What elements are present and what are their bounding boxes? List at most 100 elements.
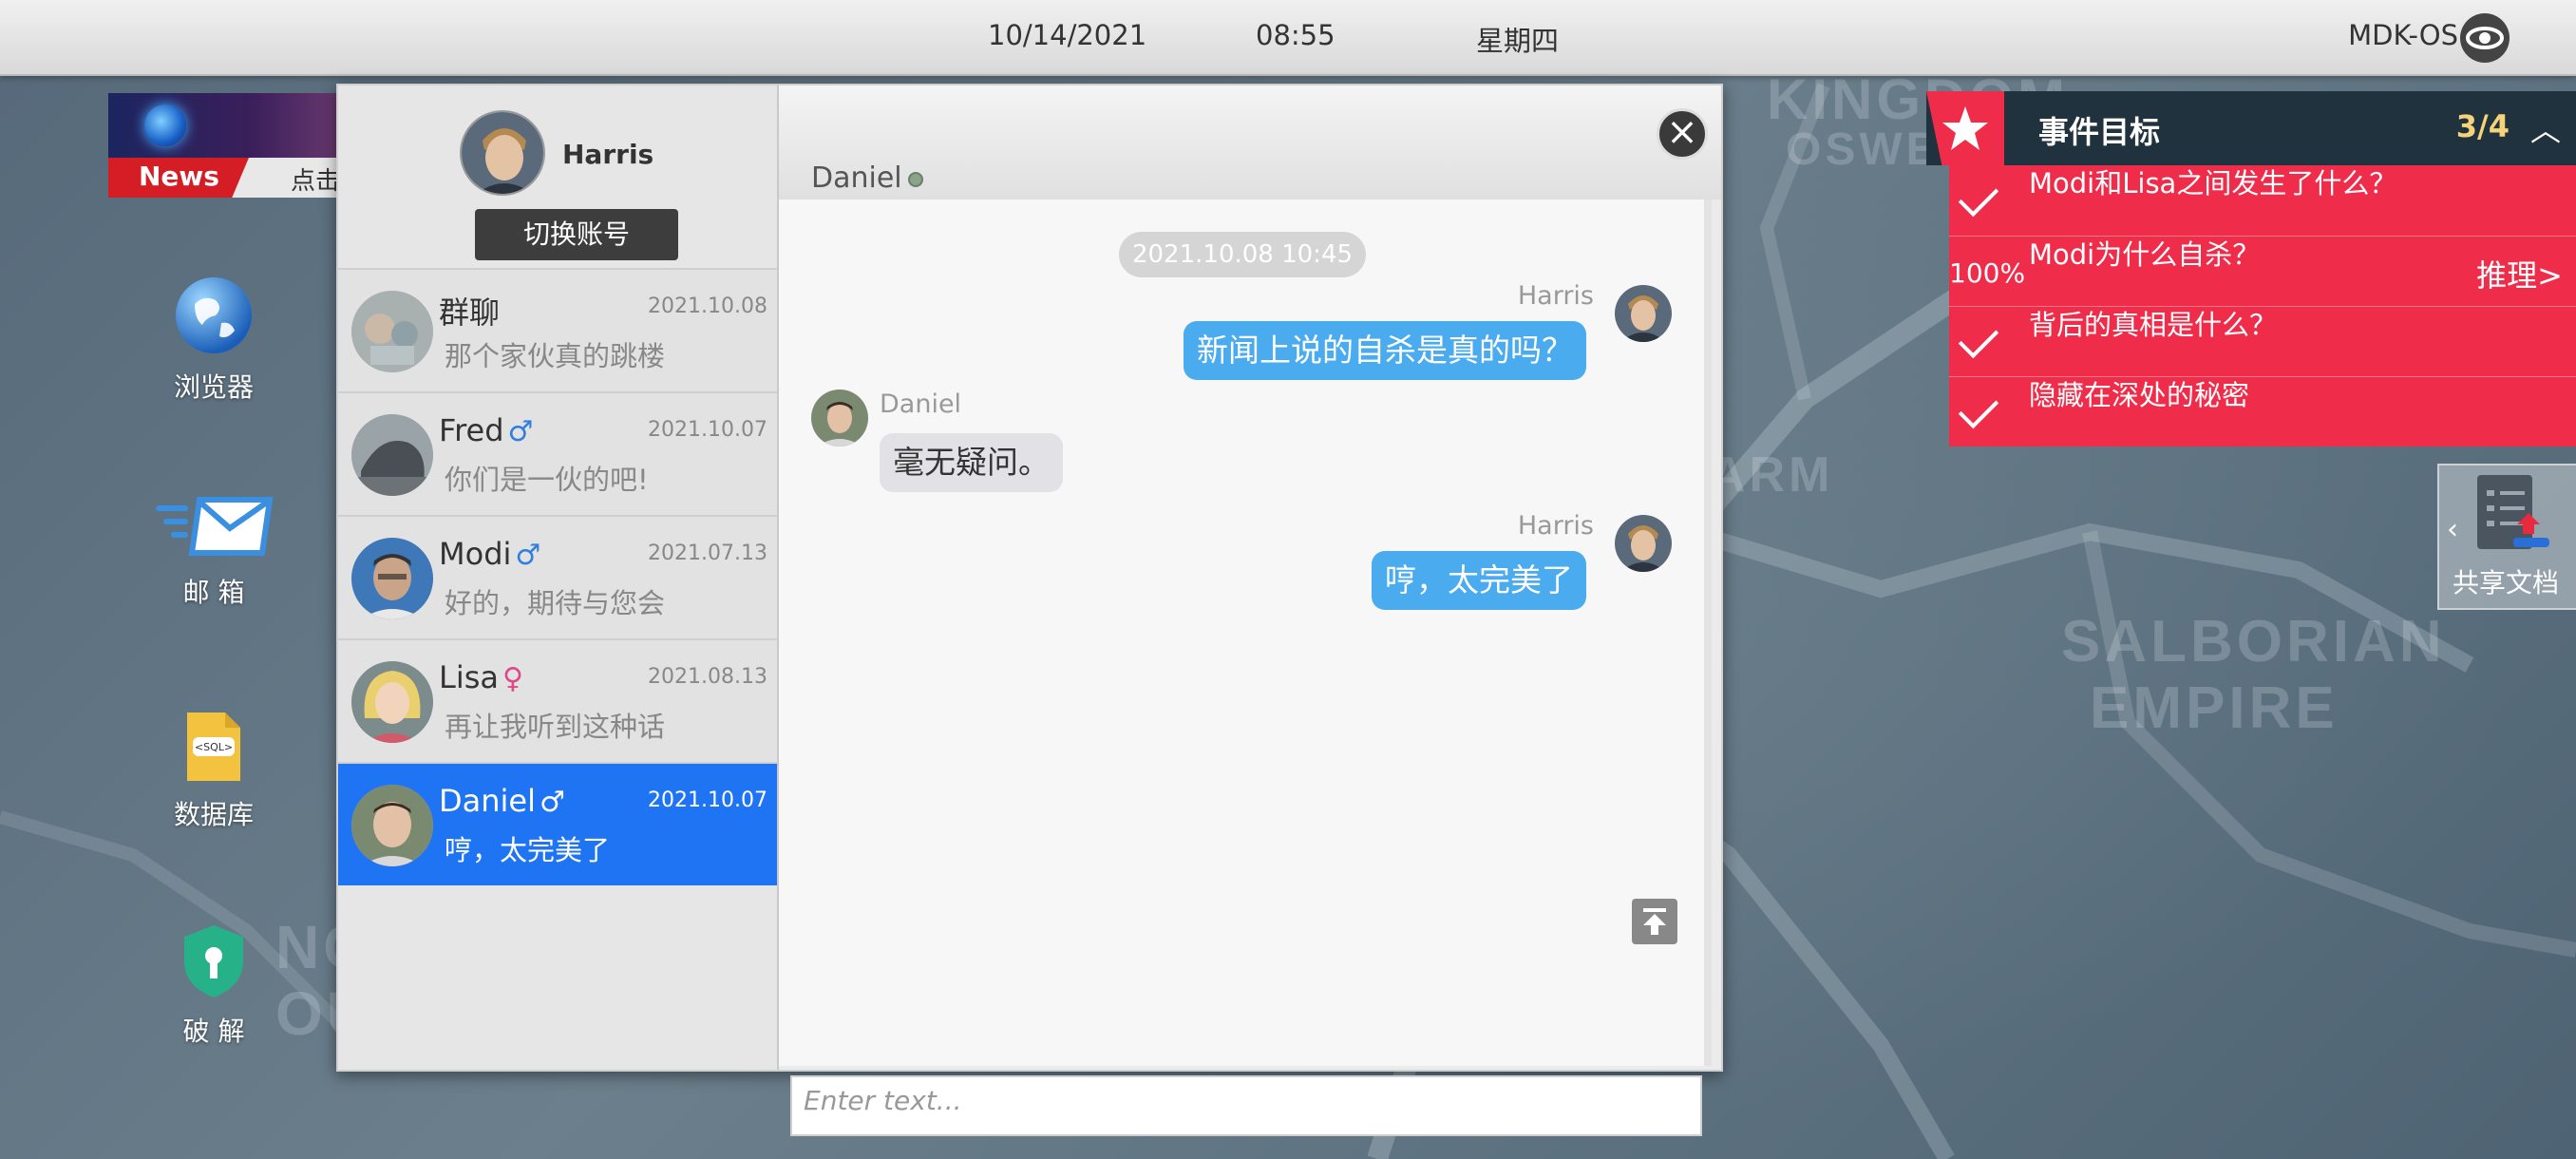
message-bubble-outgoing: 哼，太完美了 — [1372, 551, 1586, 610]
desktop-icon-database[interactable]: <SQL> 数据库 — [133, 711, 294, 832]
contact-last-message: 再让我听到这种话 — [445, 711, 666, 743]
message-sender: Daniel — [880, 390, 962, 419]
arrow-up-icon — [1643, 908, 1666, 935]
desktop-label-crack: 破 解 — [182, 1016, 245, 1047]
objective-item: 100% Modi为什么自杀？ 推理> — [1949, 236, 2576, 306]
message-area[interactable]: 2021.10.08 10:45 Harris 新闻上说的自杀是真的吗？ Dan… — [779, 200, 1712, 1136]
chevron-left-icon: ‹ — [2447, 513, 2458, 546]
desktop-icon-crack[interactable]: 破 解 — [133, 923, 294, 1049]
contact-list: 群聊 2021.10.08 那个家伙真的跳楼 Fred ♂ 2021.10.07 … — [338, 268, 777, 885]
contact-item-fred[interactable]: Fred ♂ 2021.10.07 你们是一伙的吧! — [338, 391, 777, 515]
messenger-window: Harris 切换账号 群聊 2021.10.08 那个家伙真的跳楼 Fred ♂… — [336, 84, 1723, 1136]
conversation-header: Daniel × — [779, 86, 1721, 200]
message-sender: Harris — [1517, 511, 1594, 541]
globe-icon — [176, 277, 252, 353]
contact-name: 群聊 — [439, 294, 501, 331]
desktop-label-browser: 浏览器 — [173, 371, 254, 403]
contact-avatar — [351, 538, 433, 619]
switch-account-button[interactable]: 切换账号 — [475, 209, 678, 260]
os-name: MDK-OS — [2348, 19, 2458, 51]
check-icon — [1958, 176, 1999, 218]
news-click-text: 点击 — [291, 167, 341, 196]
contact-item-group[interactable]: 群聊 2021.10.08 那个家伙真的跳楼 — [338, 268, 777, 391]
contacts-panel: Harris 切换账号 群聊 2021.10.08 那个家伙真的跳楼 Fred ♂… — [338, 86, 779, 1070]
contact-last-message: 那个家伙真的跳楼 — [445, 340, 666, 372]
message-bubble-incoming: 毫无疑问。 — [880, 433, 1063, 492]
account-name: Harris — [562, 139, 654, 170]
online-status-icon — [907, 171, 923, 187]
contact-date: 2021.07.13 — [648, 542, 767, 565]
contact-last-message: 哼，太完美了 — [445, 834, 611, 866]
globe-icon — [144, 104, 186, 146]
news-label: News — [108, 158, 249, 198]
objectives-panel: 事件目标 3/4 ︿ Modi和Lisa之间发生了什么？ 100% Modi为什… — [1926, 91, 2576, 446]
account-avatar — [460, 110, 545, 196]
objectives-title: 事件目标 — [2038, 114, 2161, 150]
contact-last-message: 好的，期待与您会 — [445, 587, 666, 619]
sender-avatar — [811, 390, 868, 446]
conversation-panel: Daniel × 2021.10.08 10:45 Harris 新闻上说的自杀… — [779, 86, 1721, 1136]
message-sender: Harris — [1517, 281, 1594, 311]
contact-name: Lisa ♀ — [439, 659, 523, 695]
mail-icon — [156, 497, 274, 556]
contact-name: Fred ♂ — [439, 412, 534, 448]
objective-text: Modi和Lisa之间发生了什么？ — [2029, 167, 2397, 200]
date-display: 10/14/2021 — [988, 19, 1147, 51]
desktop-label-mail: 邮 箱 — [182, 577, 245, 608]
male-gender-icon: ♂ — [507, 415, 534, 448]
contact-item-modi[interactable]: Modi ♂ 2021.07.13 好的，期待与您会 — [338, 515, 777, 638]
sql-file-icon: <SQL> — [187, 712, 240, 781]
shield-key-icon — [184, 925, 243, 998]
message-input[interactable]: Enter text... — [790, 1075, 1702, 1136]
contact-avatar — [351, 291, 433, 372]
chevron-up-icon[interactable]: ︿ — [2530, 106, 2561, 150]
sender-avatar — [1615, 285, 1672, 342]
objective-progress: 100% — [1949, 257, 2026, 289]
contact-name: Daniel ♂ — [439, 783, 565, 819]
message-bubble-outgoing: 新闻上说的自杀是真的吗？ — [1184, 321, 1586, 380]
contact-name: Modi ♂ — [439, 536, 541, 572]
female-gender-icon: ♀ — [502, 662, 523, 695]
desktop-label-database: 数据库 — [173, 799, 254, 830]
sql-badge-text: <SQL> — [195, 741, 233, 753]
objective-item: Modi和Lisa之间发生了什么？ — [1949, 165, 2576, 236]
contact-item-lisa[interactable]: Lisa ♀ 2021.08.13 再让我听到这种话 — [338, 638, 777, 762]
objective-text: Modi为什么自杀？ — [2029, 238, 2261, 271]
objectives-star-badge — [1926, 91, 2004, 165]
objective-item: 隐藏在深处的秘密 — [1949, 376, 2576, 446]
objectives-count: 3/4 — [2455, 108, 2510, 144]
contact-avatar — [351, 785, 433, 866]
map-label: ARM — [1710, 447, 1834, 503]
objectives-header[interactable]: 事件目标 3/4 ︿ — [1926, 91, 2576, 165]
top-status-bar: 10/14/2021 08:55 星期四 MDK-OS — [0, 0, 2576, 76]
desktop-icon-browser[interactable]: 浏览器 — [133, 276, 294, 405]
contact-avatar — [351, 414, 433, 496]
shared-documents-tab[interactable]: ‹ 共享文档 — [2437, 464, 2576, 610]
news-widget[interactable]: News 点击 — [108, 93, 346, 198]
document-list-icon — [2477, 475, 2549, 549]
map-label: EMPIRE — [2090, 675, 2339, 741]
check-icon — [1958, 317, 1999, 359]
desktop-icon-mail[interactable]: 邮 箱 — [133, 494, 294, 610]
scroll-to-top-button[interactable] — [1632, 899, 1677, 944]
objective-text: 隐藏在深处的秘密 — [2029, 379, 2250, 411]
star-icon — [1942, 106, 1988, 150]
conversation-title: Daniel — [811, 162, 923, 195]
close-window-button[interactable]: × — [1657, 108, 1708, 160]
contact-date: 2021.10.07 — [648, 788, 767, 812]
male-gender-icon: ♂ — [540, 786, 565, 819]
contact-item-daniel[interactable]: Daniel ♂ 2021.10.07 哼，太完美了 — [338, 762, 777, 885]
weekday-display: 星期四 — [1476, 25, 1560, 57]
contact-date: 2021.10.07 — [648, 418, 767, 442]
contact-date: 2021.10.08 — [648, 294, 767, 318]
time-display: 08:55 — [1256, 19, 1335, 51]
contact-date: 2021.08.13 — [648, 665, 767, 689]
contact-avatar — [351, 661, 433, 743]
shared-documents-label: 共享文档 — [2453, 567, 2560, 598]
objective-text: 背后的真相是什么？ — [2029, 309, 2278, 341]
reasoning-button[interactable]: 推理> — [2476, 252, 2563, 295]
contact-last-message: 你们是一伙的吧! — [445, 464, 649, 496]
os-eye-icon[interactable] — [2460, 13, 2510, 63]
male-gender-icon: ♂ — [515, 539, 541, 572]
message-timestamp: 2021.10.08 10:45 — [1119, 232, 1366, 277]
